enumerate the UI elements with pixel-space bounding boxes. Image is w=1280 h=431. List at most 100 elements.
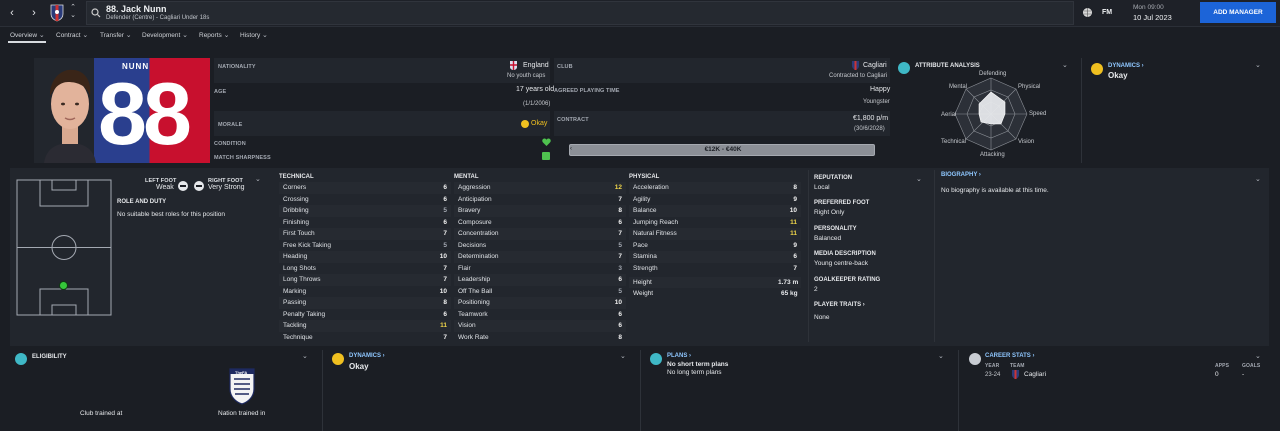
attribute-row[interactable]: Vision 6: [454, 320, 626, 332]
chevron-down-icon[interactable]: ⌄: [938, 352, 944, 360]
attribute-row[interactable]: Agility 9: [629, 194, 801, 206]
attribute-row[interactable]: Free Kick Taking 5: [279, 240, 451, 252]
eligibility-title: ELIGIBILITY: [32, 354, 67, 360]
attribute-name: Agility: [633, 195, 651, 203]
media-description-label: MEDIA DESCRIPTION: [814, 251, 876, 257]
attribute-row[interactable]: Acceleration 8: [629, 182, 801, 194]
attribute-row[interactable]: Marking 10: [279, 286, 451, 298]
transfer-value-bar[interactable]: €12K - €40K: [569, 144, 875, 156]
tab-development[interactable]: Development ⌄: [142, 31, 188, 39]
club-crest-icon[interactable]: [50, 4, 64, 22]
attribute-value: 10: [439, 287, 447, 295]
tab-label: Development: [142, 32, 181, 39]
position-marker-dc[interactable]: [59, 281, 68, 290]
attribute-row[interactable]: Positioning 10: [454, 297, 626, 309]
add-manager-button[interactable]: ADD MANAGER: [1200, 2, 1276, 23]
attribute-name: Determination: [458, 253, 499, 261]
attribute-row[interactable]: Technique 7: [279, 332, 451, 344]
career-team-crest-icon: [1012, 370, 1019, 379]
attribute-row[interactable]: Flair 3: [454, 263, 626, 275]
attribute-row[interactable]: Anticipation 7: [454, 194, 626, 206]
chevron-down-icon[interactable]: ⌄: [1255, 175, 1261, 183]
career-team[interactable]: Cagliari: [1024, 371, 1046, 378]
club-value[interactable]: Cagliari: [863, 62, 887, 69]
chevron-down-icon[interactable]: ⌄: [255, 175, 261, 183]
attribute-row[interactable]: Teamwork 6: [454, 309, 626, 321]
attribute-row[interactable]: Stamina 6: [629, 251, 801, 263]
attribute-row[interactable]: Finishing 6: [279, 217, 451, 229]
tab-reports[interactable]: Reports ⌄: [199, 31, 229, 39]
attribute-row[interactable]: Aggression 12: [454, 182, 626, 194]
chevron-down-icon[interactable]: ⌄: [1255, 61, 1261, 69]
nationality-value[interactable]: England: [523, 62, 549, 69]
attribute-row[interactable]: Composure 6: [454, 217, 626, 229]
attribute-row[interactable]: Balance 10: [629, 205, 801, 217]
tab-contract[interactable]: Contract ⌄: [56, 31, 88, 39]
attribute-row[interactable]: Penalty Taking 6: [279, 309, 451, 321]
attribute-row[interactable]: Off The Ball 5: [454, 286, 626, 298]
sharpness-label: MATCH SHARPNESS: [214, 155, 271, 161]
chevron-down-icon[interactable]: ⌄: [302, 352, 308, 360]
morale-value[interactable]: Okay: [531, 120, 547, 127]
preferred-foot-value: Right Only: [814, 209, 845, 216]
globe-icon[interactable]: [1082, 7, 1093, 18]
dynamics-divider: [1081, 58, 1082, 163]
attribute-row[interactable]: Corners 6: [279, 182, 451, 194]
attribute-row[interactable]: Determination 7: [454, 251, 626, 263]
contract-row: [554, 111, 890, 136]
career-stats-link[interactable]: CAREER STATS ›: [985, 353, 1034, 359]
attribute-row[interactable]: Concentration 7: [454, 228, 626, 240]
fm-menu-button[interactable]: FM: [1102, 9, 1112, 16]
chevron-down-icon[interactable]: ⌄: [1062, 61, 1068, 69]
dynamics-bottom-link[interactable]: DYNAMICS ›: [349, 353, 385, 359]
attribute-value: 10: [614, 299, 622, 307]
attribute-value: 5: [443, 241, 447, 249]
attribute-row[interactable]: Tackling 11: [279, 320, 451, 332]
tab-history[interactable]: History ⌄: [240, 31, 268, 39]
chevron-down-icon[interactable]: ⌄: [916, 175, 922, 183]
sort-arrows-icon[interactable]: ⌃ ⌄: [68, 4, 78, 22]
tab-overview[interactable]: Overview ⌄: [10, 31, 45, 39]
attribute-name: Balance: [633, 207, 657, 215]
player-header[interactable]: 88. Jack Nunn Defender (Centre) - Caglia…: [86, 1, 1074, 25]
tab-transfer[interactable]: Transfer ⌄: [100, 31, 132, 39]
dynamics-title-link[interactable]: DYNAMICS ›: [1108, 63, 1144, 69]
chevron-down-icon[interactable]: ⌄: [620, 352, 626, 360]
attribute-row[interactable]: Work Rate 8: [454, 332, 626, 344]
attribute-row[interactable]: Jumping Reach 11: [629, 217, 801, 229]
biography-title: BIOGRAPHY: [941, 172, 978, 178]
attribute-row[interactable]: Long Throws 7: [279, 274, 451, 286]
plans-short: No short term plans: [667, 361, 729, 368]
date-full[interactable]: 10 Jul 2023: [1133, 13, 1172, 22]
back-button[interactable]: ‹: [6, 7, 18, 19]
attribute-row[interactable]: Long Shots 7: [279, 263, 451, 275]
attribute-row[interactable]: Natural Fitness 11: [629, 228, 801, 240]
right-foot-value: Very Strong: [208, 184, 245, 191]
attribute-row[interactable]: Heading 10: [279, 251, 451, 263]
morale-label: MORALE: [218, 122, 243, 128]
attribute-row[interactable]: Crossing 6: [279, 194, 451, 206]
attribute-name: Composure: [458, 218, 492, 226]
attribute-row[interactable]: Bravery 8: [454, 205, 626, 217]
attribute-value: 5: [618, 241, 622, 249]
chevron-down-icon[interactable]: ⌄: [1255, 352, 1261, 360]
attribute-row[interactable]: Passing 8: [279, 297, 451, 309]
attribute-value: 7: [443, 230, 447, 238]
age-value: 17 years old: [516, 86, 555, 93]
chevron-down-icon: ⌄: [125, 32, 132, 39]
attribute-row[interactable]: Decisions 5: [454, 240, 626, 252]
forward-button[interactable]: ›: [28, 7, 40, 19]
player-traits-link[interactable]: PLAYER TRAITS ›: [814, 302, 865, 308]
position-pitch[interactable]: [16, 179, 112, 316]
chevron-down-icon: ⌄: [82, 32, 89, 39]
plans-link[interactable]: PLANS ›: [667, 353, 691, 359]
biography-title-link[interactable]: BIOGRAPHY ›: [941, 172, 981, 178]
attribute-value: 7: [618, 195, 622, 203]
attribute-row[interactable]: Pace 9: [629, 240, 801, 252]
attribute-name: Finishing: [283, 218, 310, 226]
attribute-row[interactable]: Dribbling 5: [279, 205, 451, 217]
attribute-row[interactable]: First Touch 7: [279, 228, 451, 240]
attribute-value: 3: [618, 264, 622, 272]
attribute-row[interactable]: Strength 7: [629, 263, 801, 275]
attribute-row[interactable]: Leadership 6: [454, 274, 626, 286]
